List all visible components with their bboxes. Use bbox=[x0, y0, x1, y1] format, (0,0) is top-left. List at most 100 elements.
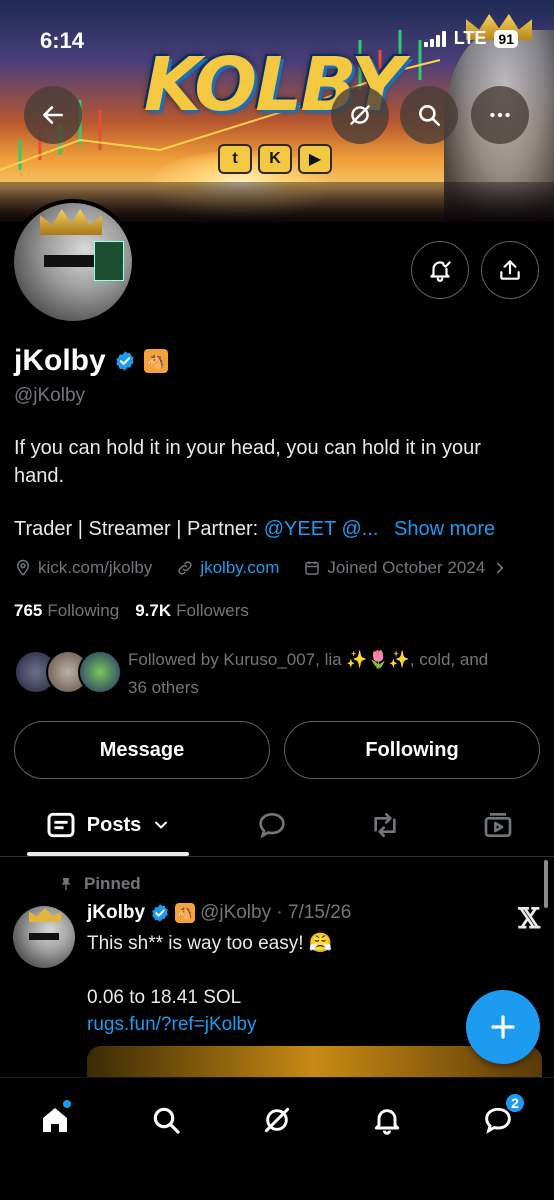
verified-badge-icon[interactable] bbox=[114, 350, 136, 372]
bottom-nav: 2 bbox=[0, 1077, 554, 1200]
profile-joined: Joined October 2024 bbox=[327, 558, 486, 577]
tab-replies[interactable] bbox=[244, 800, 300, 850]
tab-posts[interactable]: Posts bbox=[28, 800, 188, 850]
avatar-glasses bbox=[44, 255, 98, 267]
post-avatar-crown bbox=[29, 908, 61, 922]
post-avatar-glasses bbox=[29, 933, 59, 940]
follower-avatar bbox=[78, 650, 122, 694]
followed-by-avatars bbox=[14, 646, 124, 694]
following-count-link[interactable]: 765 Following bbox=[14, 601, 119, 621]
back-button[interactable] bbox=[24, 86, 82, 144]
chevron-down-icon bbox=[155, 821, 168, 829]
profile-bio-roles: Trader | Streamer | Partner: @YEET @... … bbox=[14, 518, 495, 541]
more-options-button[interactable] bbox=[471, 86, 529, 144]
profile-name-row: jKolby 🐴 bbox=[14, 344, 168, 378]
follow-counts: 765 Following 9.7K Followers bbox=[14, 601, 249, 621]
profile-handle: @jKolby bbox=[14, 385, 86, 406]
more-horizontal-icon bbox=[490, 112, 510, 118]
post-handle-date: @jKolby · 7/15/26 bbox=[200, 902, 352, 923]
verified-badge-icon bbox=[152, 904, 168, 922]
bio-mentions-link[interactable]: @YEET @... bbox=[264, 518, 379, 540]
avatar-image bbox=[14, 203, 132, 321]
bio-roles-text: Trader | Streamer | Partner: bbox=[14, 518, 264, 540]
grok-button[interactable] bbox=[331, 86, 389, 144]
bell-icon bbox=[374, 1109, 400, 1135]
youtube-logo: ▶ bbox=[298, 144, 332, 174]
nav-notifications[interactable] bbox=[359, 1092, 415, 1148]
post-text-line2: 0.06 to 18.41 SOL bbox=[87, 987, 242, 1008]
nav-grok[interactable] bbox=[249, 1092, 305, 1148]
share-button[interactable] bbox=[481, 241, 539, 299]
network-type: LTE bbox=[453, 28, 487, 48]
followers-count: 9.7K bbox=[135, 601, 172, 620]
avatar-board bbox=[94, 241, 124, 281]
scrollbar[interactable] bbox=[544, 860, 548, 908]
grok-icon bbox=[264, 1107, 290, 1133]
kick-logo: K bbox=[258, 144, 292, 174]
followed-by-text: Followed by Kuruso_007, lia ✨🌷✨, cold, a… bbox=[128, 650, 489, 697]
profile-meta: kick.com/jkolby jkolby.com Joined Octobe… bbox=[14, 558, 509, 578]
post-avatar[interactable] bbox=[13, 906, 75, 968]
profile-website-link[interactable]: jkolby.com bbox=[200, 558, 279, 578]
chevron-right-icon[interactable] bbox=[491, 559, 509, 577]
arrow-left-icon bbox=[43, 106, 63, 124]
search-icon bbox=[153, 1107, 180, 1134]
home-unread-dot bbox=[63, 1100, 71, 1108]
post-body: This sh** is way too easy! 😤 0.06 to 18.… bbox=[87, 930, 527, 1038]
profile-avatar[interactable] bbox=[10, 199, 136, 325]
signal-icon bbox=[423, 30, 446, 47]
messages-badge: 2 bbox=[504, 1092, 526, 1114]
posts-icon bbox=[47, 812, 75, 838]
tab-reposts[interactable] bbox=[357, 800, 413, 850]
followed-by-row[interactable]: Followed by Kuruso_007, lia ✨🌷✨, cold, a… bbox=[14, 646, 540, 702]
link-icon bbox=[178, 561, 192, 575]
calendar-icon bbox=[305, 561, 320, 575]
reply-bubble-icon bbox=[259, 812, 285, 839]
search-button[interactable] bbox=[400, 86, 458, 144]
search-icon bbox=[419, 105, 441, 127]
nav-home[interactable] bbox=[27, 1092, 83, 1148]
affiliate-badge-icon: 🐴 bbox=[175, 903, 196, 923]
banner-logos: t K ▶ bbox=[218, 144, 332, 174]
share-icon bbox=[500, 260, 520, 280]
bell-check-icon bbox=[430, 261, 451, 282]
status-time: 6:14 bbox=[40, 28, 85, 53]
plus-icon bbox=[491, 1015, 515, 1039]
tab-media[interactable] bbox=[470, 800, 526, 850]
followers-count-link[interactable]: 9.7K Followers bbox=[135, 601, 249, 621]
profile-name: jKolby bbox=[14, 344, 106, 377]
show-more-link[interactable]: Show more bbox=[394, 518, 495, 540]
post-text-line1: This sh** is way too easy! 😤 bbox=[87, 933, 333, 954]
battery-level: 91 bbox=[494, 29, 518, 48]
following-count: 765 bbox=[14, 601, 43, 620]
post-author-name[interactable]: jKolby bbox=[87, 902, 145, 924]
message-button[interactable]: Message bbox=[14, 721, 270, 779]
compose-post-button[interactable] bbox=[466, 990, 540, 1064]
tab-posts-label: Posts bbox=[86, 813, 142, 836]
repost-icon bbox=[374, 813, 396, 837]
tabs-divider bbox=[0, 856, 554, 857]
avatar-crown bbox=[40, 209, 102, 235]
notifications-subscribe-button[interactable] bbox=[411, 241, 469, 299]
status-indicators: LTE 91 bbox=[423, 28, 518, 49]
location-icon bbox=[16, 559, 30, 576]
status-bar: 6:14 LTE 91 bbox=[0, 0, 554, 82]
post-link[interactable]: rugs.fun/?ref=jKolby bbox=[87, 1011, 527, 1038]
grok-icon bbox=[350, 105, 370, 125]
following-button[interactable]: Following bbox=[284, 721, 540, 779]
profile-tabs: Posts bbox=[0, 800, 554, 856]
affiliate-badge-icon[interactable]: 🐴 bbox=[143, 349, 168, 373]
pinned-label-row: Pinned bbox=[58, 874, 141, 894]
profile-location: kick.com/jkolby bbox=[38, 558, 153, 577]
following-label: Following bbox=[47, 601, 120, 620]
pinned-label: Pinned bbox=[84, 874, 141, 893]
nav-search[interactable] bbox=[138, 1092, 194, 1148]
twitch-logo: t bbox=[218, 144, 252, 174]
pin-icon bbox=[61, 878, 71, 890]
post-header: jKolby 🐴 @jKolby · 7/15/26 bbox=[87, 902, 351, 924]
home-icon bbox=[43, 1108, 67, 1132]
profile-bio: If you can hold it in your head, you can… bbox=[14, 437, 481, 487]
followers-label: Followers bbox=[176, 601, 249, 620]
nav-messages[interactable]: 2 bbox=[470, 1092, 526, 1148]
media-icon bbox=[484, 813, 512, 837]
